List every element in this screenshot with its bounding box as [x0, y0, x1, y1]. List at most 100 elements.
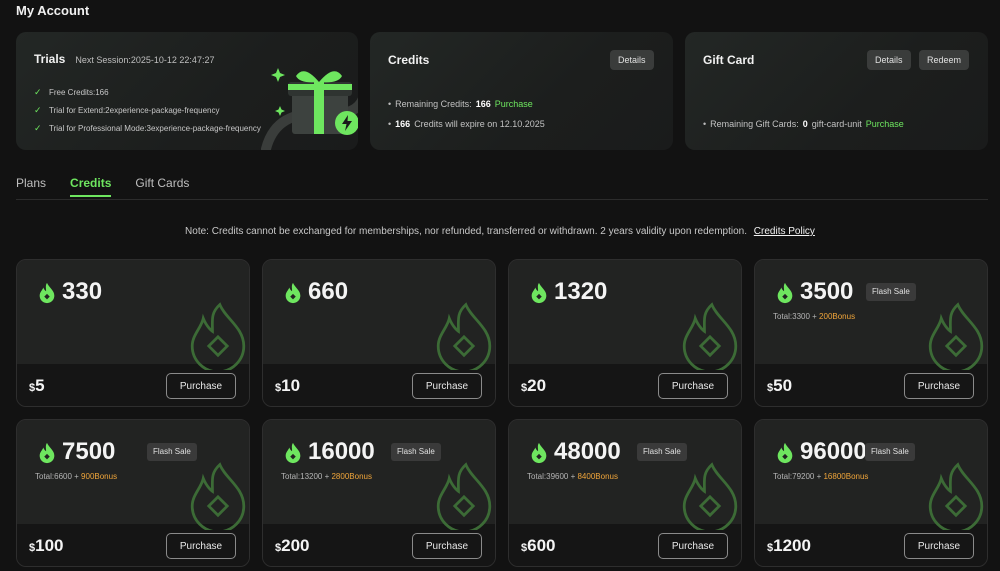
list-item: ✓ Trial for Professional Mode:3experience… — [34, 119, 261, 137]
flash-sale-badge: Flash Sale — [865, 443, 915, 461]
trial-item-label: Trial for Extend:2experience-package-fre… — [49, 105, 220, 115]
next-session-text: Next Session:2025-10-12 22:47:27 — [75, 55, 215, 65]
package-bonus: 8400Bonus — [577, 472, 618, 481]
flame-icon — [531, 442, 547, 464]
package-amount: 660 — [308, 278, 349, 305]
package-price-value: 100 — [35, 536, 64, 555]
package-price: $1200 — [767, 536, 811, 556]
flame-watermark-icon — [190, 302, 246, 370]
credits-card: Credits Details • Remaining Credits: 166… — [370, 32, 673, 150]
credit-package-card: 7500 Flash Sale Total:6600 + 900Bonus $100 P… — [16, 419, 250, 567]
trials-title: Trials — [34, 52, 66, 66]
package-price: $5 — [29, 376, 45, 396]
flame-icon — [39, 282, 55, 304]
bullet: • — [388, 99, 392, 109]
trial-item-label: Trial for Professional Mode:3experience-… — [49, 123, 261, 133]
check-icon: ✓ — [34, 122, 42, 133]
expire-credits-text: Credits will expire on 12.10.2025 — [414, 119, 545, 129]
flame-watermark-icon — [928, 302, 984, 370]
package-bonus: 200Bonus — [819, 312, 856, 321]
purchase-button[interactable]: Purchase — [412, 373, 482, 399]
remaining-gift-value: 0 — [802, 119, 808, 129]
credits-policy-link[interactable]: Credits Policy — [754, 226, 815, 237]
bullet: • — [703, 119, 707, 129]
package-price: $200 — [275, 536, 310, 556]
package-amount: 16000 — [308, 438, 375, 465]
package-price: $100 — [29, 536, 64, 556]
package-amount: 48000 — [554, 438, 621, 465]
package-price: $20 — [521, 376, 546, 396]
package-price: $10 — [275, 376, 300, 396]
credits-details-button[interactable]: Details — [610, 50, 654, 70]
package-bonus: 900Bonus — [81, 472, 118, 481]
package-total: Total:3300 + 200Bonus — [773, 312, 855, 321]
flame-icon — [777, 442, 793, 464]
credit-package-card: 16000 Flash Sale Total:13200 + 2800Bonus $2… — [262, 419, 496, 567]
bullet: • — [388, 119, 392, 129]
purchase-button[interactable]: Purchase — [904, 373, 974, 399]
purchase-button[interactable]: Purchase — [658, 373, 728, 399]
expire-credits-value: 166 — [395, 119, 411, 129]
trials-card: Trials Next Session:2025-10-12 22:47:27 … — [16, 32, 358, 150]
credits-expire-line: • 166 Credits will expire on 12.10.2025 — [388, 119, 545, 129]
remaining-credits-line: • Remaining Credits: 166 Purchase — [388, 99, 533, 109]
purchase-button[interactable]: Purchase — [166, 373, 236, 399]
remaining-gift-line: • Remaining Gift Cards: 0 gift-card-unit… — [703, 119, 904, 129]
tab-divider — [16, 199, 988, 200]
package-total: Total:13200 + 2800Bonus — [281, 472, 372, 481]
flame-icon — [285, 282, 301, 304]
list-item: ✓ Trial for Extend:2experience-package-fr… — [34, 101, 261, 119]
gift-unit: gift-card-unit — [811, 119, 862, 129]
tab-gift-cards[interactable]: Gift Cards — [135, 176, 189, 197]
gift-card-title: Gift Card — [703, 53, 755, 67]
purchase-button[interactable]: Purchase — [658, 533, 728, 559]
package-total: Total:39600 + 8400Bonus — [527, 472, 618, 481]
flame-watermark-icon — [682, 462, 738, 530]
check-icon: ✓ — [34, 86, 42, 97]
credits-purchase-link[interactable]: Purchase — [495, 99, 533, 109]
credits-note: Note: Credits cannot be exchanged for me… — [0, 226, 1000, 237]
purchase-button[interactable]: Purchase — [904, 533, 974, 559]
tab-plans[interactable]: Plans — [16, 176, 46, 197]
flame-icon — [285, 442, 301, 464]
flame-watermark-icon — [190, 462, 246, 530]
package-amount: 1320 — [554, 278, 608, 305]
package-price-value: 600 — [527, 536, 556, 555]
package-price-value: 5 — [35, 376, 45, 395]
package-total-text: Total:6600 + — [35, 472, 82, 481]
flash-sale-badge: Flash Sale — [147, 443, 197, 461]
remaining-credits-label: Remaining Credits: — [395, 99, 472, 109]
gift-purchase-link[interactable]: Purchase — [866, 119, 904, 129]
remaining-gift-label: Remaining Gift Cards: — [710, 119, 799, 129]
package-price-value: 20 — [527, 376, 547, 395]
tab-bar: Plans Credits Gift Cards — [16, 176, 189, 197]
lightning-icon — [335, 111, 358, 135]
gift-card-card: Gift Card Details Redeem • Remaining Gif… — [685, 32, 988, 150]
purchase-button[interactable]: Purchase — [166, 533, 236, 559]
purchase-button[interactable]: Purchase — [412, 533, 482, 559]
credit-package-card: 1320 $20 Purchase — [508, 259, 742, 407]
package-price-value: 50 — [773, 376, 793, 395]
trial-item-label: Free Credits:166 — [49, 87, 109, 97]
page-title: My Account — [16, 3, 90, 18]
check-icon: ✓ — [34, 104, 42, 115]
tab-credits[interactable]: Credits — [70, 176, 112, 197]
package-total-text: Total:39600 + — [527, 472, 578, 481]
credits-title: Credits — [388, 53, 430, 67]
flame-icon — [531, 282, 547, 304]
flame-watermark-icon — [682, 302, 738, 370]
package-amount: 3500 — [800, 278, 854, 305]
package-amount: 7500 — [62, 438, 116, 465]
package-total: Total:79200 + 16800Bonus — [773, 472, 868, 481]
gift-redeem-button[interactable]: Redeem — [919, 50, 970, 70]
package-total-text: Total:13200 + — [281, 472, 332, 481]
credit-package-card: 330 $5 Purchase — [16, 259, 250, 407]
package-amount: 96000 — [800, 438, 867, 465]
note-text: Note: Credits cannot be exchanged for me… — [185, 226, 748, 237]
package-bonus: 16800Bonus — [823, 472, 869, 481]
list-item: ✓ Free Credits:166 — [34, 83, 261, 101]
package-amount: 330 — [62, 278, 103, 305]
gift-details-button[interactable]: Details — [867, 50, 911, 70]
package-total-text: Total:3300 + — [773, 312, 820, 321]
package-price: $600 — [521, 536, 556, 556]
